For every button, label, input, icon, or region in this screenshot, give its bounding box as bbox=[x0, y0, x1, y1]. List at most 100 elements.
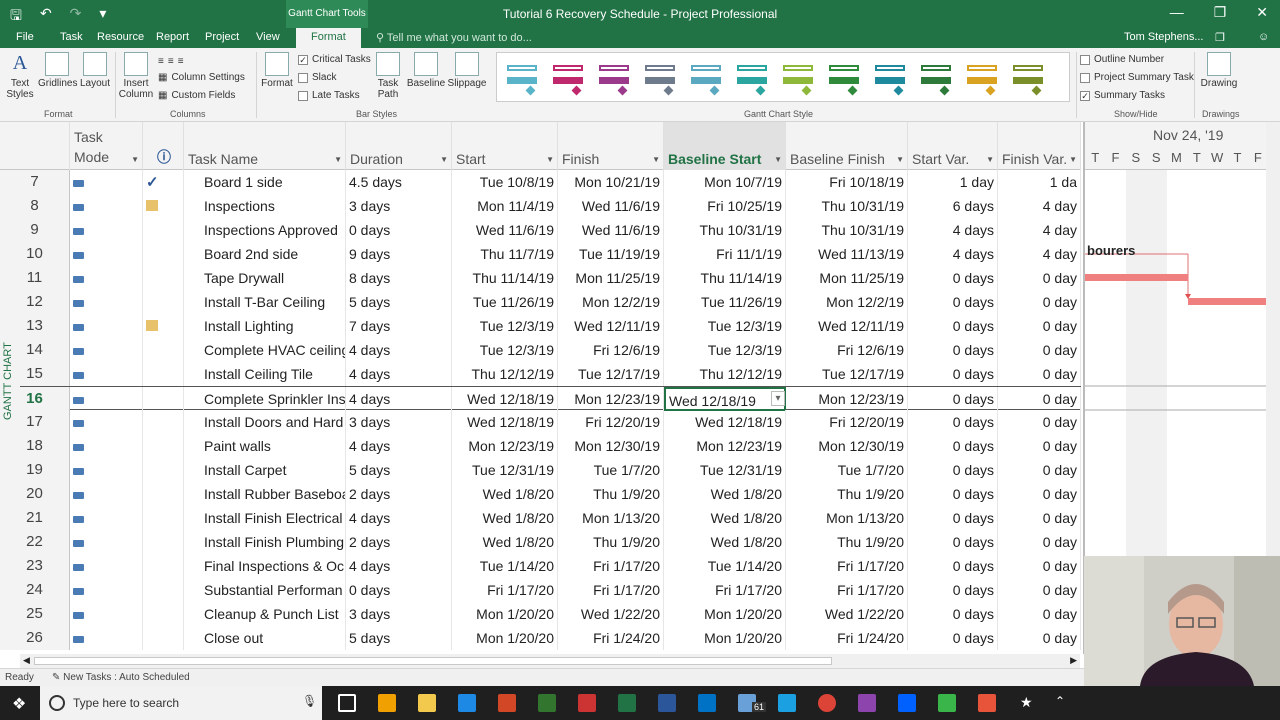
baseline-start-cell[interactable]: Wed 12/18/19 bbox=[664, 387, 786, 411]
critical-tasks-checkbox[interactable]: ✓ Critical Tasks bbox=[298, 54, 371, 65]
filter-arrow-icon[interactable]: ▼ bbox=[440, 155, 448, 164]
finish-cell[interactable]: Tue 1/7/20 bbox=[558, 458, 664, 482]
task-name-cell[interactable]: Inspections bbox=[184, 194, 346, 218]
baseline-finish-cell[interactable]: Mon 12/2/19 bbox=[786, 290, 908, 314]
indicator-cell[interactable] bbox=[143, 482, 184, 506]
task-name-cell[interactable]: Install Lighting bbox=[184, 314, 346, 338]
gantt-style-swatch[interactable] bbox=[689, 61, 723, 96]
table-row[interactable]: 20 Install Rubber Baseboa 2 days Wed 1/8/20… bbox=[0, 482, 1081, 506]
baseline-start-cell[interactable]: Mon 10/7/19 bbox=[664, 170, 786, 194]
task-mode-cell[interactable] bbox=[70, 266, 143, 290]
finish-var-cell[interactable]: 0 day bbox=[998, 602, 1081, 626]
indicator-cell[interactable] bbox=[143, 338, 184, 362]
baseline-finish-cell[interactable]: Fri 1/17/20 bbox=[786, 578, 908, 602]
gantt-style-swatch[interactable] bbox=[735, 61, 769, 96]
recorder-icon[interactable] bbox=[978, 694, 996, 712]
finish-cell[interactable]: Thu 1/9/20 bbox=[558, 530, 664, 554]
start-var-cell[interactable]: 0 days bbox=[908, 578, 998, 602]
start-var-cell[interactable]: 0 days bbox=[908, 387, 998, 411]
tab-project[interactable]: Project bbox=[205, 31, 239, 43]
indicator-cell[interactable] bbox=[143, 314, 184, 338]
finish-var-cell[interactable]: 0 day bbox=[998, 434, 1081, 458]
indicator-cell[interactable] bbox=[143, 602, 184, 626]
duration-cell[interactable]: 8 days bbox=[346, 266, 452, 290]
gridlines-button[interactable]: Gridlines bbox=[38, 52, 77, 89]
finish-var-cell[interactable]: 4 day bbox=[998, 242, 1081, 266]
duration-cell[interactable]: 5 days bbox=[346, 290, 452, 314]
task-mode-cell[interactable] bbox=[70, 434, 143, 458]
ribbon-display-icon[interactable]: ❐ bbox=[1215, 31, 1225, 44]
windows-start-icon[interactable]: ❖ bbox=[12, 694, 26, 714]
tab-resource[interactable]: Resource bbox=[97, 31, 144, 43]
task-name-cell[interactable]: Board 2nd side bbox=[184, 242, 346, 266]
table-row[interactable]: 16 Complete Sprinkler Ins 4 days Wed 12/18/… bbox=[0, 386, 1081, 411]
baseline-start-cell[interactable]: Thu 11/14/19 bbox=[664, 266, 786, 290]
header-baseline-start[interactable]: Baseline Start ▼ bbox=[664, 122, 786, 170]
start-var-cell[interactable]: 0 days bbox=[908, 434, 998, 458]
indicator-cell[interactable] bbox=[143, 387, 184, 411]
task-name-cell[interactable]: Complete HVAC ceiling bbox=[184, 338, 346, 362]
baseline-finish-cell[interactable]: Fri 1/17/20 bbox=[786, 554, 908, 578]
task-name-cell[interactable]: Inspections Approved bbox=[184, 218, 346, 242]
start-var-cell[interactable]: 1 day bbox=[908, 170, 998, 194]
indicator-cell[interactable] bbox=[143, 578, 184, 602]
baseline-start-cell[interactable]: Fri 1/17/20 bbox=[664, 578, 786, 602]
gantt-style-swatch[interactable] bbox=[551, 61, 585, 96]
task-mode-cell[interactable] bbox=[70, 218, 143, 242]
finish-cell[interactable]: Mon 12/2/19 bbox=[558, 290, 664, 314]
indicator-cell[interactable] bbox=[143, 554, 184, 578]
finish-var-cell[interactable]: 0 day bbox=[998, 338, 1081, 362]
indicator-cell[interactable] bbox=[143, 506, 184, 530]
microphone-icon[interactable]: 🎙 bbox=[302, 694, 317, 708]
start-cell[interactable]: Mon 1/20/20 bbox=[452, 626, 558, 650]
duration-cell[interactable]: 3 days bbox=[346, 194, 452, 218]
finish-var-cell[interactable]: 0 day bbox=[998, 506, 1081, 530]
edge-icon[interactable] bbox=[458, 694, 476, 712]
finish-cell[interactable]: Fri 12/20/19 bbox=[558, 410, 664, 434]
task-mode-cell[interactable] bbox=[70, 314, 143, 338]
duration-cell[interactable]: 3 days bbox=[346, 410, 452, 434]
start-var-cell[interactable]: 4 days bbox=[908, 218, 998, 242]
task-mode-cell[interactable] bbox=[70, 578, 143, 602]
late-tasks-checkbox[interactable]: Late Tasks bbox=[298, 90, 360, 101]
task-mode-cell[interactable] bbox=[70, 602, 143, 626]
table-row[interactable]: 18 Paint walls 4 days Mon 12/23/19 Mon 12/30… bbox=[0, 434, 1081, 458]
duration-cell[interactable]: 4 days bbox=[346, 506, 452, 530]
header-start[interactable]: Start ▼ bbox=[452, 122, 558, 170]
start-cell[interactable]: Wed 1/8/20 bbox=[452, 506, 558, 530]
finish-cell[interactable]: Fri 1/24/20 bbox=[558, 626, 664, 650]
baseline-start-cell[interactable]: Tue 12/3/19 bbox=[664, 314, 786, 338]
start-cell[interactable]: Tue 12/31/19 bbox=[452, 458, 558, 482]
start-var-cell[interactable]: 4 days bbox=[908, 242, 998, 266]
task-name-cell[interactable]: Install Carpet bbox=[184, 458, 346, 482]
baseline-start-cell[interactable]: Mon 12/23/19 bbox=[664, 434, 786, 458]
task-name-cell[interactable]: Install Doors and Hard bbox=[184, 410, 346, 434]
photos-icon[interactable] bbox=[858, 694, 876, 712]
gantt-style-swatch[interactable] bbox=[965, 61, 999, 96]
task-name-cell[interactable]: Install T-Bar Ceiling bbox=[184, 290, 346, 314]
finish-var-cell[interactable]: 0 day bbox=[998, 362, 1081, 386]
custom-fields-button[interactable]: ▦ Custom Fields bbox=[158, 90, 235, 101]
indicator-cell[interactable] bbox=[143, 290, 184, 314]
baseline-start-cell[interactable]: Mon 1/20/20 bbox=[664, 626, 786, 650]
task-mode-cell[interactable] bbox=[70, 338, 143, 362]
summary-tasks-checkbox[interactable]: ✓ Summary Tasks bbox=[1080, 90, 1165, 101]
task-mode-cell[interactable] bbox=[70, 242, 143, 266]
indicator-cell[interactable] bbox=[143, 458, 184, 482]
taskbar-search[interactable]: Type here to search 🎙 bbox=[40, 686, 322, 720]
header-finish[interactable]: Finish ▼ bbox=[558, 122, 664, 170]
align-buttons[interactable]: ≡ ≡ ≡ bbox=[158, 56, 184, 67]
duration-cell[interactable]: 4 days bbox=[346, 434, 452, 458]
indicator-cell[interactable] bbox=[143, 530, 184, 554]
task-name-cell[interactable]: Paint walls bbox=[184, 434, 346, 458]
baseline-finish-cell[interactable]: Thu 10/31/19 bbox=[786, 194, 908, 218]
file-explorer-icon[interactable] bbox=[418, 694, 436, 712]
table-row[interactable]: 24 Substantial Performan 0 days Fri 1/17/20… bbox=[0, 578, 1081, 602]
tab-format[interactable]: Format bbox=[296, 28, 361, 48]
gantt-style-swatch[interactable] bbox=[781, 61, 815, 96]
task-name-cell[interactable]: Install Finish Electrical bbox=[184, 506, 346, 530]
finish-var-cell[interactable]: 0 day bbox=[998, 266, 1081, 290]
finish-cell[interactable]: Wed 11/6/19 bbox=[558, 218, 664, 242]
restore-icon[interactable]: ❐ bbox=[1214, 4, 1227, 21]
start-cell[interactable]: Thu 12/12/19 bbox=[452, 362, 558, 386]
